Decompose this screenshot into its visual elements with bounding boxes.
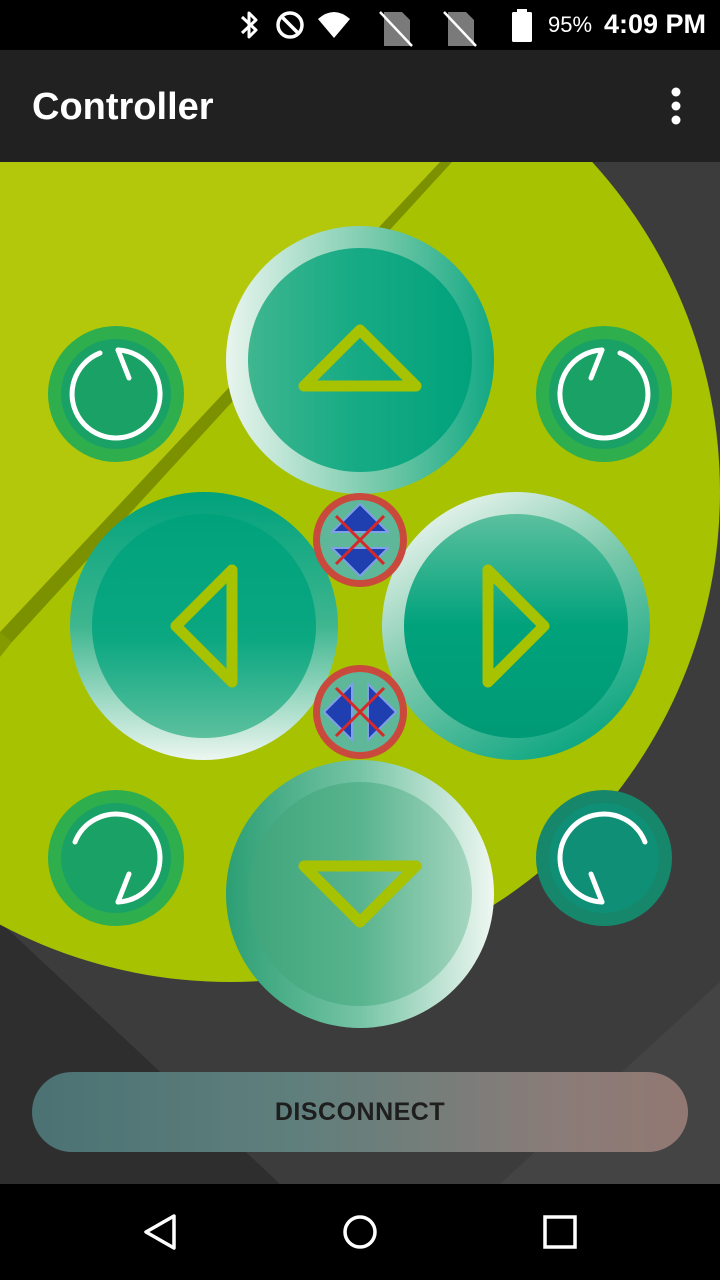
rotate-ccw-bottom-button[interactable] (536, 790, 672, 926)
status-bar: 95% 4:09 PM (0, 0, 720, 50)
back-icon[interactable] (136, 1208, 184, 1256)
more-vert-icon[interactable] (660, 84, 692, 128)
no-sim-icon (379, 11, 413, 47)
rotate-cw-button[interactable] (536, 326, 672, 462)
disconnect-button[interactable]: DISCONNECT (32, 1072, 688, 1152)
up-button[interactable] (226, 226, 494, 494)
home-icon[interactable] (336, 1208, 384, 1256)
rotate-ccw-button[interactable] (48, 326, 184, 462)
battery-percent: 95% (548, 12, 593, 37)
no-sim-icon (443, 11, 477, 47)
page-title: Controller (32, 86, 214, 128)
controller-pad: DISCONNECT (0, 162, 720, 1184)
vertical-toggle-button[interactable] (312, 492, 408, 588)
wifi-icon (318, 12, 350, 38)
left-button[interactable] (70, 492, 338, 760)
recents-icon[interactable] (536, 1208, 584, 1256)
right-button[interactable] (382, 492, 650, 760)
do-not-disturb-icon (276, 11, 304, 39)
rotate-cw-bottom-button[interactable] (48, 790, 184, 926)
app-bar: Controller (0, 50, 720, 162)
navigation-bar (0, 1184, 720, 1280)
clock: 4:09 PM (604, 9, 707, 39)
down-button[interactable] (226, 760, 494, 1028)
bluetooth-icon (240, 11, 258, 39)
battery-icon (512, 9, 532, 42)
horizontal-toggle-button[interactable] (312, 664, 408, 760)
